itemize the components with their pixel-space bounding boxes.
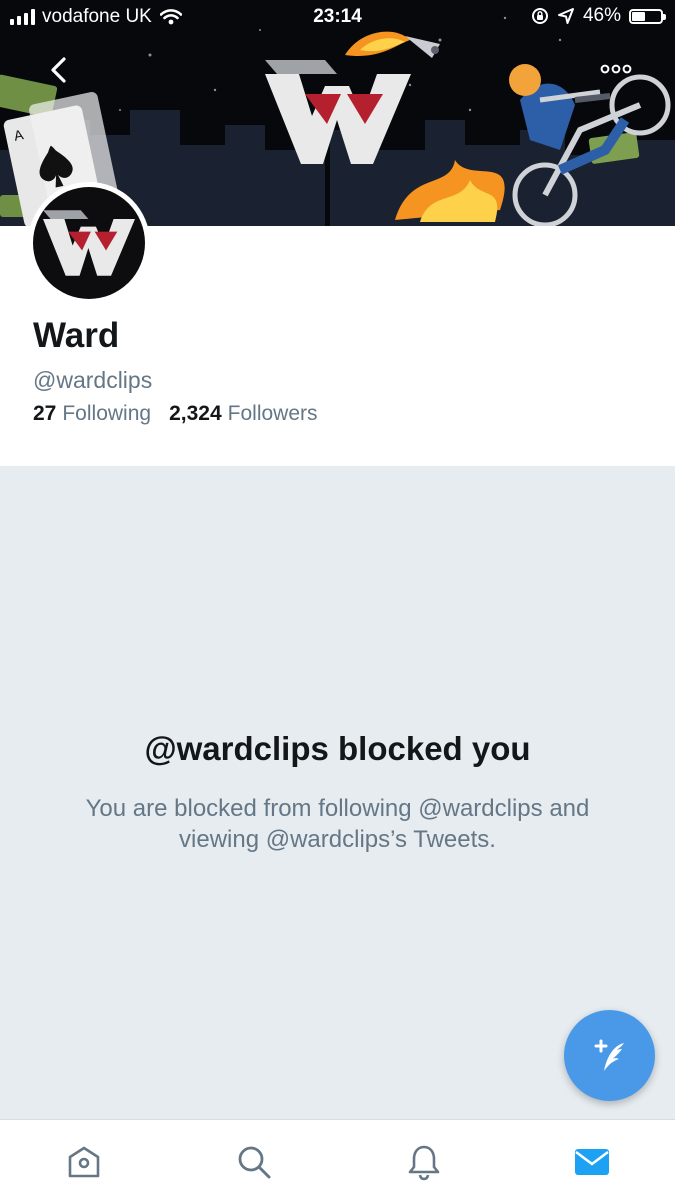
status-right: 46% (531, 5, 666, 27)
tab-messages[interactable] (570, 1140, 614, 1184)
bell-icon (408, 1145, 440, 1181)
battery-icon (629, 8, 666, 24)
followers-label: Followers (227, 402, 318, 425)
blocked-title: @wardclips blocked you (144, 730, 531, 767)
avatar-image (33, 187, 145, 299)
tab-notifications[interactable] (402, 1140, 446, 1184)
profile-stats: 27 Following 2,324 Followers (33, 402, 318, 426)
chevron-left-icon (51, 57, 66, 83)
blocked-message: You are blocked from following @wardclip… (85, 795, 590, 853)
search-icon (238, 1146, 271, 1179)
tab-bar (0, 1119, 675, 1200)
more-dots-icon (600, 64, 632, 74)
profile-name: Ward (33, 316, 120, 355)
compose-feather-icon (594, 1039, 624, 1071)
status-bar: vodafone UK 23:14 46% (0, 0, 675, 36)
location-arrow-icon (557, 8, 574, 24)
more-options-button[interactable] (591, 54, 641, 84)
battery-percent: 46% (582, 5, 621, 26)
followers-count: 2,324 (169, 402, 222, 425)
orientation-lock-icon (531, 8, 548, 24)
tab-search[interactable] (232, 1140, 276, 1184)
profile-screen: A vodafone UK 23:14 46% Ward @wardclips … (0, 0, 675, 1200)
following-count: 27 (33, 402, 57, 425)
following-stat[interactable]: 27 Following (33, 402, 151, 426)
followers-stat[interactable]: 2,324 Followers (169, 402, 317, 426)
avatar[interactable] (28, 182, 150, 304)
compose-tweet-button[interactable] (564, 1010, 655, 1101)
mail-icon (575, 1149, 609, 1175)
back-button[interactable] (38, 50, 78, 90)
ward-logo-icon (43, 210, 135, 276)
profile-handle: @wardclips (33, 367, 153, 393)
home-icon (68, 1146, 100, 1178)
tab-home[interactable] (62, 1140, 106, 1184)
following-label: Following (62, 402, 152, 425)
